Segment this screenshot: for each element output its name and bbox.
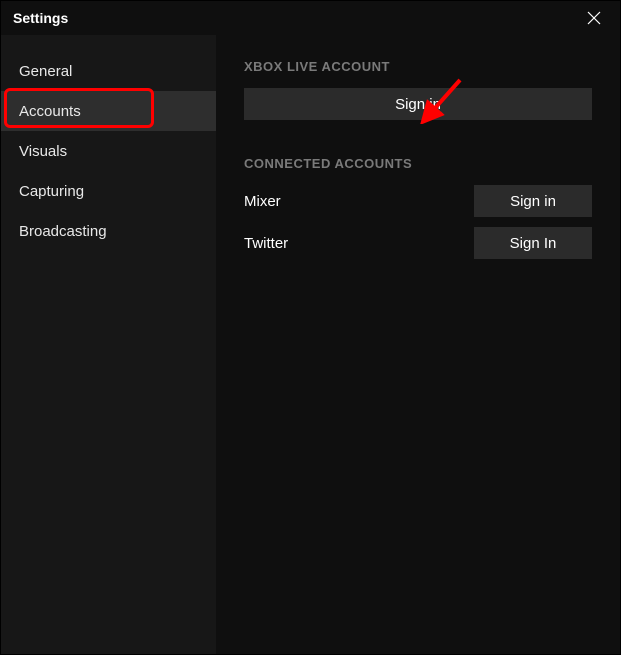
sidebar-item-label: Capturing xyxy=(19,183,84,200)
button-label: Sign In xyxy=(510,235,557,252)
settings-window: Settings General Accounts Visuals Captur… xyxy=(0,0,621,655)
mixer-signin-button[interactable]: Sign in xyxy=(474,185,592,217)
button-label: Sign in xyxy=(510,193,556,210)
connected-account-name: Mixer xyxy=(244,193,281,210)
main-panel: XBOX LIVE ACCOUNT Sign in CONNECTED ACCO… xyxy=(216,35,620,654)
sidebar-item-label: Visuals xyxy=(19,143,67,160)
sidebar-item-general[interactable]: General xyxy=(1,51,216,91)
sidebar-item-label: Broadcasting xyxy=(19,223,107,240)
connected-account-name: Twitter xyxy=(244,235,288,252)
sidebar: General Accounts Visuals Capturing Broad… xyxy=(1,35,216,654)
sidebar-item-broadcasting[interactable]: Broadcasting xyxy=(1,211,216,251)
button-label: Sign in xyxy=(395,96,441,113)
xbox-signin-button[interactable]: Sign in xyxy=(244,88,592,120)
window-title: Settings xyxy=(13,10,68,26)
sidebar-item-label: General xyxy=(19,63,72,80)
xbox-live-account-header: XBOX LIVE ACCOUNT xyxy=(244,59,592,74)
sidebar-item-capturing[interactable]: Capturing xyxy=(1,171,216,211)
titlebar: Settings xyxy=(1,1,620,35)
connected-account-row: Twitter Sign In xyxy=(244,227,592,259)
twitter-signin-button[interactable]: Sign In xyxy=(474,227,592,259)
connected-account-row: Mixer Sign in xyxy=(244,185,592,217)
sidebar-item-accounts[interactable]: Accounts xyxy=(1,91,216,131)
close-icon[interactable] xyxy=(580,4,608,32)
sidebar-item-visuals[interactable]: Visuals xyxy=(1,131,216,171)
content-area: General Accounts Visuals Capturing Broad… xyxy=(1,35,620,654)
connected-accounts-header: CONNECTED ACCOUNTS xyxy=(244,156,592,171)
sidebar-item-label: Accounts xyxy=(19,103,81,120)
